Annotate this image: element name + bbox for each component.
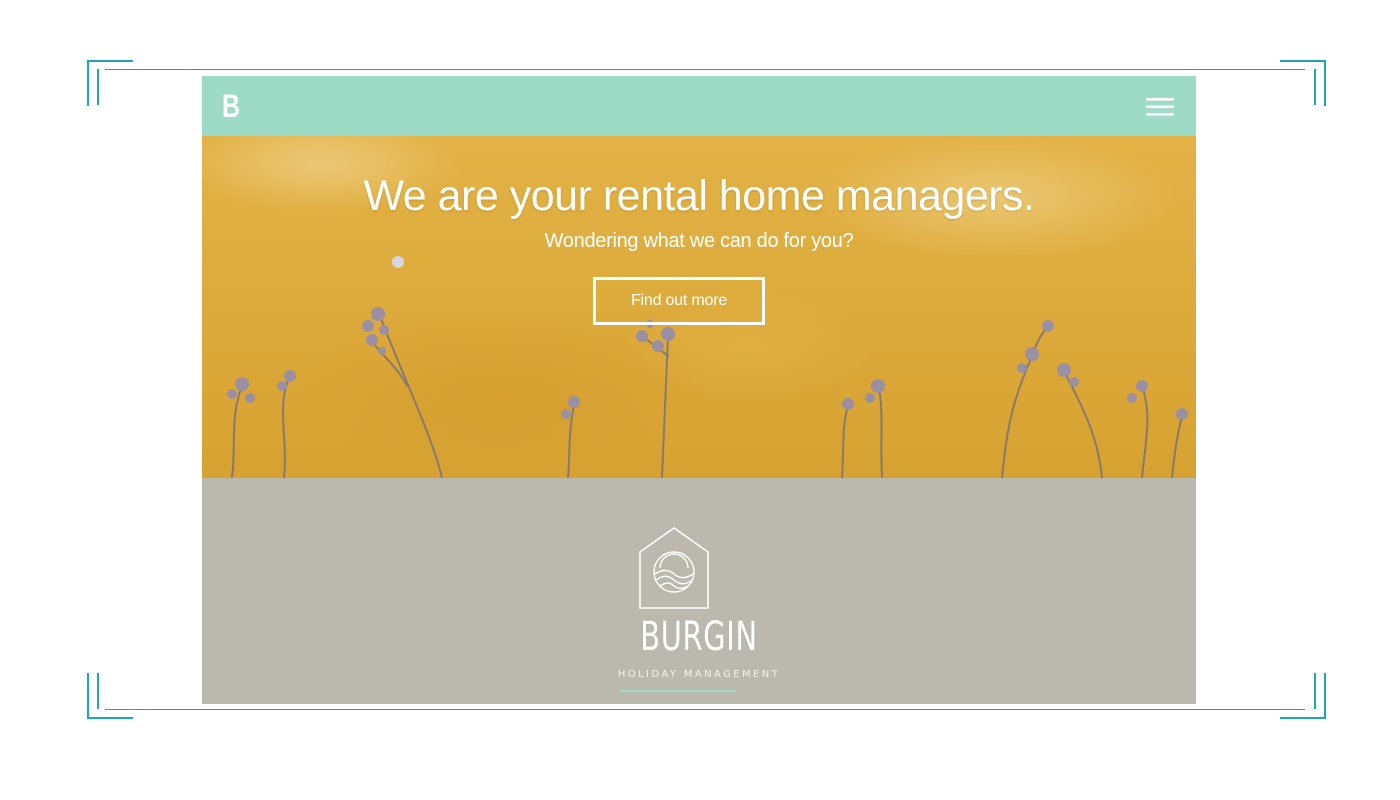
find-out-more-button[interactable]: Find out more — [593, 277, 765, 325]
frame-inner-bottom-left — [97, 673, 99, 709]
top-navigation-bar: B — [202, 76, 1196, 136]
hero-subtitle: Wondering what we can do for you? — [544, 230, 854, 252]
brand-tagline: HOLIDAY MANAGEMENT — [617, 669, 781, 680]
hero-title: We are your rental home managers. — [363, 172, 1035, 220]
frame-inner-top-right — [1314, 69, 1316, 105]
frame-bottom-line — [105, 709, 1305, 710]
site-logo[interactable]: B — [222, 88, 240, 124]
brand-name: BURGIN — [640, 614, 758, 660]
frame-corner-top-left-h — [87, 60, 133, 62]
brand-section: BURGIN HOLIDAY MANAGEMENT — [202, 478, 1196, 704]
brand-underline-divider — [620, 690, 736, 692]
hamburger-menu-button[interactable] — [1142, 96, 1178, 118]
hero-section: We are your rental home managers. Wonder… — [202, 136, 1196, 478]
frame-corner-bottom-right-h — [1280, 717, 1326, 719]
frame-corner-bottom-right-v — [1324, 673, 1326, 719]
house-waves-icon — [639, 527, 709, 609]
frame-inner-top-left — [97, 69, 99, 105]
frame-inner-bottom-right — [1314, 673, 1316, 709]
frame-corner-bottom-left-v — [87, 673, 89, 719]
hamburger-menu-icon — [1146, 98, 1174, 116]
frame-corner-bottom-left-h — [87, 717, 133, 719]
frame-corner-top-left-v — [87, 60, 89, 106]
frame-top-line — [105, 69, 1305, 70]
website-preview: B We are your rental home managers. Wond… — [202, 76, 1196, 704]
frame-corner-top-right-v — [1324, 60, 1326, 106]
frame-corner-top-right-h — [1280, 60, 1326, 62]
